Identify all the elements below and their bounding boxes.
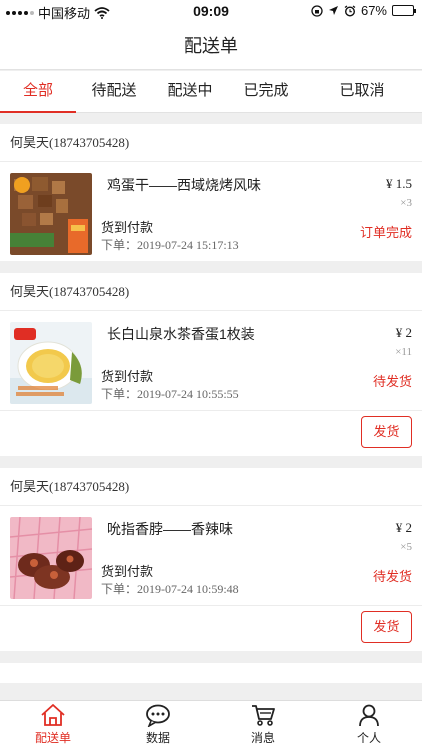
order-status: 待发货	[372, 569, 412, 584]
nav-bar: 配送单	[0, 22, 422, 70]
battery-icon	[392, 5, 416, 16]
page-title: 配送单	[184, 36, 238, 56]
location-icon	[328, 6, 338, 15]
person-icon	[359, 704, 379, 727]
order-actions: 发货	[0, 410, 422, 456]
tab-completed[interactable]: 已完成	[228, 71, 304, 113]
order-card[interactable]: 何昊天(18743705428) 吮指香脖——香辣味 ¥ 2 ×5 货到付款 待…	[0, 468, 422, 651]
product-name: 长白山泉水茶香蛋1枚装	[107, 326, 255, 342]
payment-method: 货到付款	[101, 369, 154, 384]
order-date: 下单：2019-07-24 10:59:48	[101, 582, 239, 596]
product-name: 鸡蛋干——西域烧烤风味	[107, 177, 261, 193]
tabbar-label: 数据	[145, 731, 170, 745]
order-list: 何昊天(18743705428) 鸡蛋干——西域烧烤风味 ¥ 1.5 ×3 货到…	[0, 124, 422, 699]
payment-method: 货到付款	[101, 220, 154, 235]
tabbar-profile[interactable]: 个人	[339, 703, 399, 746]
bottom-tab-bar: 配送单 数据 消息 个人	[0, 700, 422, 750]
chat-icon	[146, 704, 170, 727]
payment-method: 货到付款	[101, 564, 154, 579]
order-date: 下单：2019-07-24 10:55:55	[101, 387, 239, 401]
order-filter-tabs: 全部 待配送 配送中 已完成 已取消	[0, 71, 422, 113]
tab-cancelled[interactable]: 已取消	[322, 71, 402, 113]
product-quantity: ×3	[400, 197, 412, 209]
home-icon	[41, 704, 65, 726]
cart-icon	[252, 705, 275, 726]
order-card-partial	[0, 663, 422, 683]
order-date: 下单：2019-07-24 15:17:13	[101, 238, 239, 252]
battery-percent: 67%	[360, 3, 387, 18]
status-bar: 中国移动 09:09 67%	[0, 0, 422, 22]
product-image	[10, 517, 92, 599]
order-item[interactable]: 鸡蛋干——西域烧烤风味 ¥ 1.5 ×3 货到付款 订单完成 下单：2019-0…	[0, 162, 422, 261]
customer-info: 何昊天(18743705428)	[0, 468, 422, 506]
order-item[interactable]: 长白山泉水茶香蛋1枚装 ¥ 2 ×11 货到付款 待发货 下单：2019-07-…	[0, 311, 422, 410]
tabbar-messages[interactable]: 消息	[233, 703, 293, 746]
tab-delivering[interactable]: 配送中	[152, 71, 228, 113]
alarm-icon	[344, 4, 356, 17]
product-quantity: ×5	[400, 541, 412, 553]
product-image	[10, 173, 92, 255]
tabbar-data[interactable]: 数据	[128, 703, 188, 746]
orientation-lock-icon	[311, 4, 323, 17]
customer-info: 何昊天(18743705428)	[0, 273, 422, 311]
order-card[interactable]: 何昊天(18743705428) 长白山泉水茶香蛋1枚装 ¥ 2 ×11 货到付	[0, 273, 422, 456]
tabbar-label: 个人	[356, 731, 381, 745]
tabbar-label: 消息	[250, 731, 275, 745]
tab-all[interactable]: 全部	[0, 71, 76, 113]
order-card[interactable]: 何昊天(18743705428) 鸡蛋干——西域烧烤风味 ¥ 1.5 ×3 货到…	[0, 124, 422, 261]
customer-info: 何昊天(18743705428)	[0, 124, 422, 162]
product-price: ¥ 2	[395, 520, 412, 535]
tabbar-delivery-orders[interactable]: 配送单	[23, 703, 83, 746]
order-actions: 发货	[0, 605, 422, 651]
tabbar-label: 配送单	[34, 731, 71, 745]
product-price: ¥ 1.5	[386, 176, 412, 191]
product-image	[10, 322, 92, 404]
ship-button[interactable]: 发货	[361, 611, 412, 643]
product-quantity: ×11	[395, 346, 412, 358]
tab-pending-delivery[interactable]: 待配送	[76, 71, 152, 113]
ship-button[interactable]: 发货	[361, 416, 412, 448]
order-item[interactable]: 吮指香脖——香辣味 ¥ 2 ×5 货到付款 待发货 下单：2019-07-24 …	[0, 506, 422, 605]
order-status: 待发货	[372, 374, 412, 389]
product-price: ¥ 2	[395, 325, 412, 340]
product-name: 吮指香脖——香辣味	[107, 521, 233, 537]
order-status: 订单完成	[359, 225, 412, 240]
